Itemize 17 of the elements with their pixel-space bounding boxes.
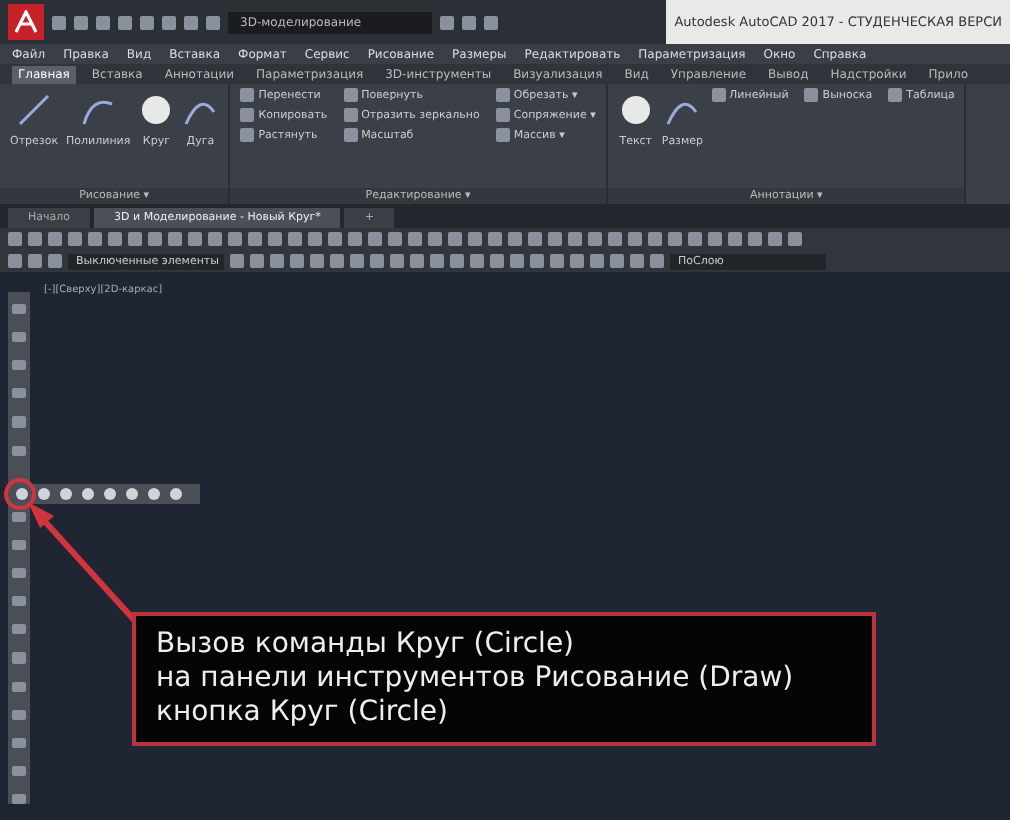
tool-icon[interactable] <box>12 304 26 315</box>
tool-icon[interactable] <box>12 445 26 456</box>
tool-icon[interactable] <box>12 332 26 343</box>
app-logo-icon[interactable] <box>8 4 44 40</box>
tool-icon[interactable] <box>12 539 26 551</box>
tool-icon[interactable] <box>12 568 26 579</box>
tool-icon[interactable] <box>12 388 26 399</box>
tool-icon[interactable] <box>12 360 26 371</box>
tool-icon[interactable] <box>12 765 26 776</box>
tool-icon[interactable] <box>12 624 26 635</box>
callout-text: Вызов команды Круг (Circle) на панели инструментов Рисование (Draw) кнопка Круг (Circle) <box>132 612 876 746</box>
highlight-ring <box>4 478 36 510</box>
tool-icon[interactable] <box>12 793 26 805</box>
tool-icon[interactable] <box>12 737 26 748</box>
tool-icon[interactable] <box>12 596 26 607</box>
tool-icon[interactable] <box>12 681 26 692</box>
tool-icon[interactable] <box>12 709 26 720</box>
